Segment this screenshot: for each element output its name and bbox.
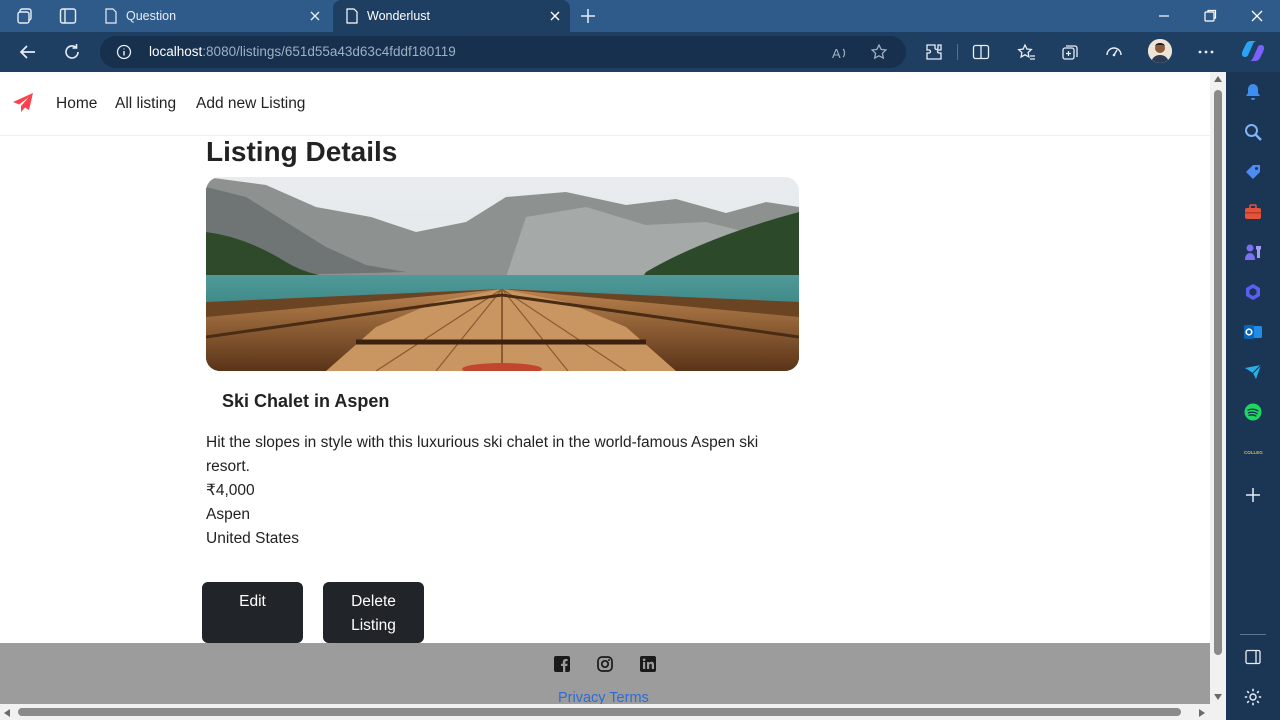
performance-icon[interactable] xyxy=(1104,42,1124,62)
page-viewport: Home All listing Add new Listing Listing… xyxy=(0,72,1210,704)
facebook-icon[interactable] xyxy=(553,655,571,673)
listing-country: United States xyxy=(206,530,300,547)
favorites-icon[interactable] xyxy=(1016,42,1036,62)
instagram-icon[interactable] xyxy=(596,655,614,673)
profile-avatar[interactable] xyxy=(1148,39,1172,63)
toolbar-separator xyxy=(957,44,958,60)
scroll-corner xyxy=(1210,704,1226,720)
site-info-icon[interactable] xyxy=(116,44,132,60)
vertical-scrollbar[interactable] xyxy=(1210,72,1226,704)
edit-label: Edit xyxy=(239,593,266,610)
close-tab-icon[interactable] xyxy=(548,9,562,23)
split-screen-icon[interactable] xyxy=(971,42,991,62)
tab-actions-icon[interactable] xyxy=(58,6,78,26)
drop-send-icon[interactable] xyxy=(1243,362,1263,382)
add-icon[interactable] xyxy=(1243,485,1263,505)
svg-text:A: A xyxy=(832,46,841,61)
scroll-up-icon[interactable] xyxy=(1213,75,1223,83)
url-text[interactable]: localhost:8080/listings/651d55a43d63c4fd… xyxy=(149,44,456,59)
url-bar[interactable]: localhost:8080/listings/651d55a43d63c4fd… xyxy=(100,36,906,68)
page-icon xyxy=(105,8,117,24)
page-title: Listing Details xyxy=(206,136,398,167)
site-footer: Privacy Terms xyxy=(0,643,1210,704)
listing-description-cont: resort. xyxy=(206,458,250,475)
more-menu-icon[interactable] xyxy=(1196,42,1216,62)
delete-label-cont: Listing xyxy=(351,617,396,634)
scroll-down-icon[interactable] xyxy=(1213,693,1223,701)
vertical-scroll-thumb[interactable] xyxy=(1214,90,1222,655)
tab-title: Wonderlust xyxy=(367,9,430,23)
notification-bell-icon[interactable] xyxy=(1243,82,1263,102)
horizontal-scroll-thumb[interactable] xyxy=(18,708,1181,716)
restore-icon[interactable] xyxy=(1202,8,1218,24)
outlook-icon[interactable] xyxy=(1243,322,1263,342)
tools-briefcase-icon[interactable] xyxy=(1243,202,1263,222)
browser-tab-bar: Question Wonderlust xyxy=(0,0,1280,32)
site-navbar: Home All listing Add new Listing xyxy=(0,72,1210,136)
address-toolbar: localhost:8080/listings/651d55a43d63c4fd… xyxy=(0,32,1280,72)
listing-description: Hit the slopes in style with this luxuri… xyxy=(206,434,759,451)
linkedin-icon[interactable] xyxy=(639,655,657,673)
settings-gear-icon[interactable] xyxy=(1243,687,1263,707)
delete-listing-button[interactable]: Delete Listing xyxy=(323,582,424,643)
tab-question[interactable]: Question xyxy=(92,0,330,32)
scroll-right-icon[interactable] xyxy=(1198,708,1206,718)
close-window-icon[interactable] xyxy=(1249,8,1265,24)
edit-button[interactable]: Edit xyxy=(202,582,303,643)
refresh-icon[interactable] xyxy=(62,42,82,62)
nav-add-listing[interactable]: Add new Listing xyxy=(196,95,305,113)
search-icon[interactable] xyxy=(1243,122,1263,142)
games-icon[interactable] xyxy=(1243,242,1263,262)
paper-plane-icon[interactable] xyxy=(12,92,34,114)
footer-links[interactable]: Privacy Terms xyxy=(558,690,649,704)
copilot-icon[interactable] xyxy=(1240,40,1266,62)
minimize-icon[interactable] xyxy=(1156,8,1172,24)
sidebar-separator xyxy=(1240,634,1266,635)
spotify-icon[interactable] xyxy=(1243,402,1263,422)
favorite-star-icon[interactable] xyxy=(870,43,888,61)
edge-sidebar: COLLEGE xyxy=(1226,72,1280,720)
listing-title: Ski Chalet in Aspen xyxy=(222,391,390,411)
listing-location: Aspen xyxy=(206,506,250,523)
workspaces-icon[interactable] xyxy=(16,6,36,26)
tab-title: Question xyxy=(126,9,177,23)
collections-icon[interactable] xyxy=(1060,42,1080,62)
nav-all-listings[interactable]: All listing xyxy=(115,95,176,113)
new-tab-icon[interactable] xyxy=(578,6,598,26)
back-icon[interactable] xyxy=(18,42,38,62)
shopping-tag-icon[interactable] xyxy=(1243,162,1263,182)
listing-price: ₹4,000 xyxy=(206,482,255,499)
page-icon xyxy=(346,8,358,24)
hide-sidebar-icon[interactable] xyxy=(1243,647,1263,667)
scroll-left-icon[interactable] xyxy=(3,708,11,718)
svg-text:COLLEGE: COLLEGE xyxy=(1244,450,1263,455)
lake-boat-image xyxy=(206,177,799,371)
read-aloud-icon[interactable]: A xyxy=(831,44,849,62)
college-app-icon[interactable]: COLLEGE xyxy=(1243,442,1263,462)
microsoft-365-icon[interactable] xyxy=(1243,282,1263,302)
listing-image xyxy=(206,177,799,371)
close-tab-icon[interactable] xyxy=(308,9,322,23)
nav-home[interactable]: Home xyxy=(56,95,97,113)
tab-wonderlust[interactable]: Wonderlust xyxy=(333,0,570,32)
delete-label: Delete xyxy=(351,593,396,610)
listing-info: Hit the slopes in style with this luxuri… xyxy=(206,431,796,551)
extensions-icon[interactable] xyxy=(924,42,944,62)
horizontal-scrollbar[interactable] xyxy=(0,704,1210,720)
avatar-icon xyxy=(1148,39,1172,63)
